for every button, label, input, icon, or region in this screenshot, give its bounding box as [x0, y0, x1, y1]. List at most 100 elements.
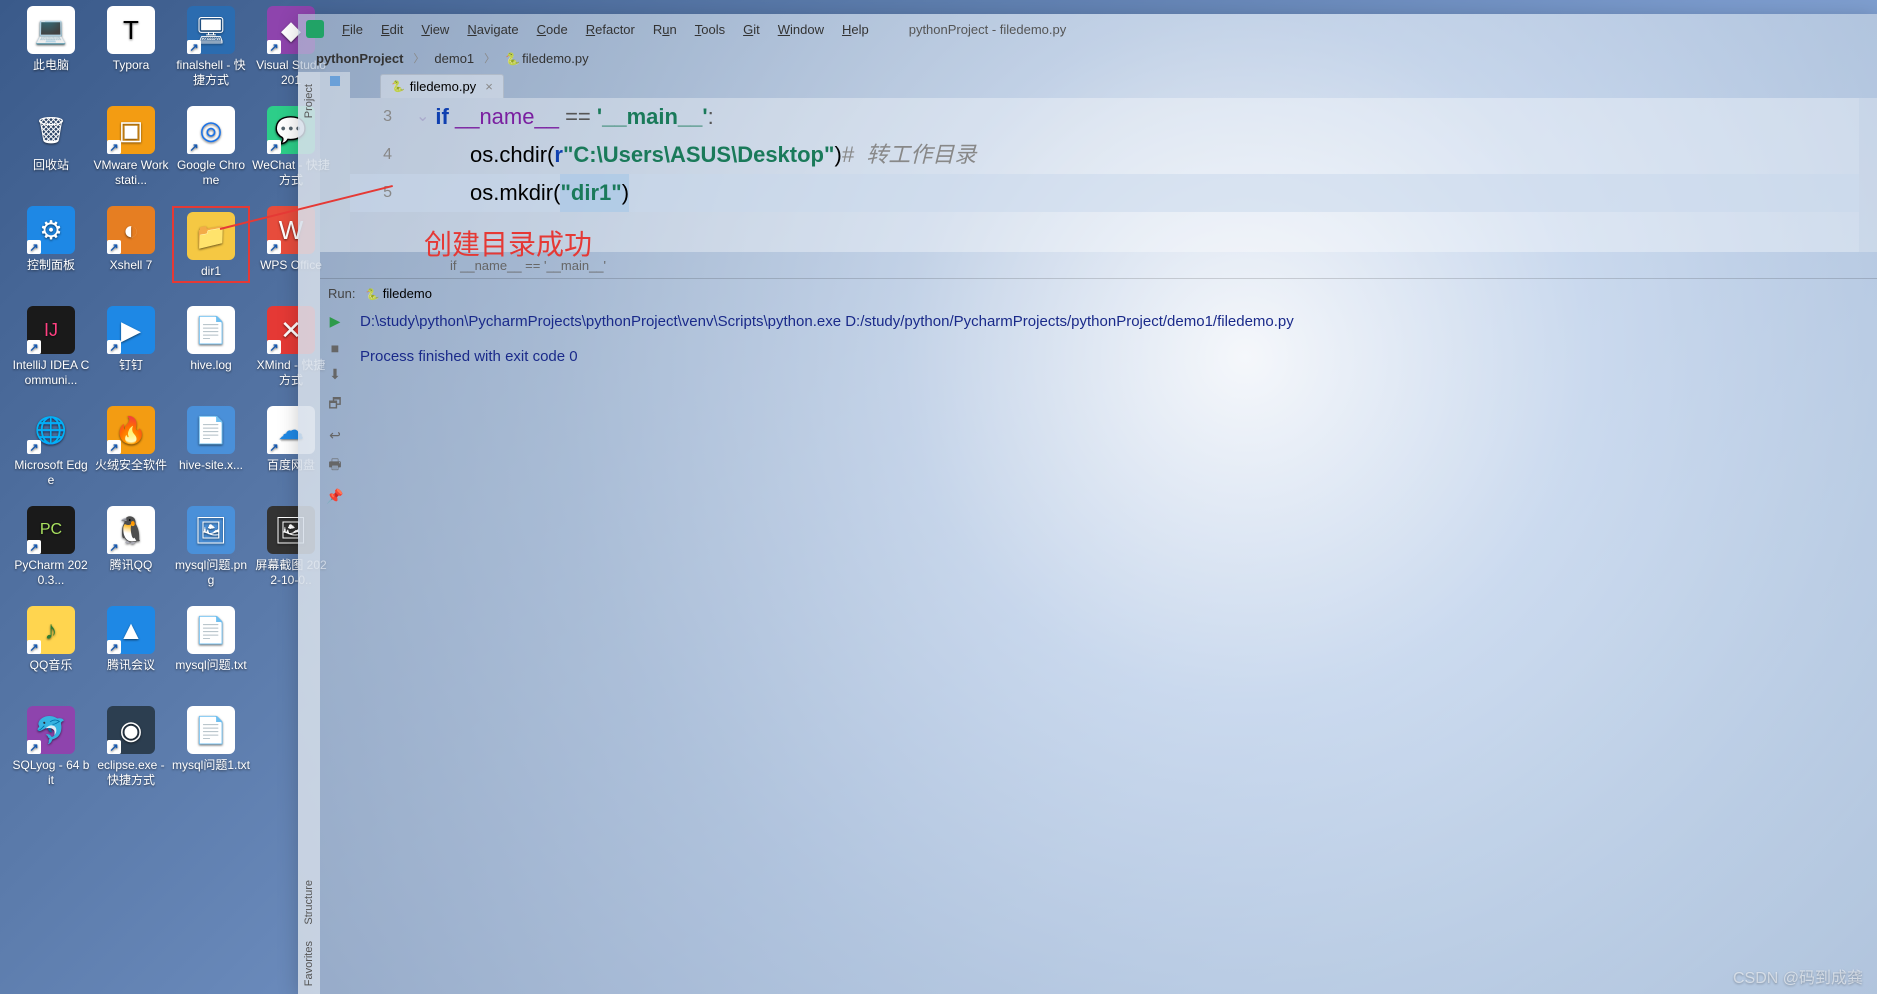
- app-icon: 🗑: [27, 106, 75, 154]
- desktop-icon-finalshell-[interactable]: 🖥↗finalshell - 快捷方式: [172, 6, 250, 88]
- rerun-icon[interactable]: ▶: [330, 313, 341, 330]
- menu-view[interactable]: View: [413, 19, 457, 40]
- desktop-icon-label: SQLyog - 64 bit: [12, 758, 90, 788]
- run-output[interactable]: D:\study\python\PycharmProjects\pythonPr…: [350, 307, 1877, 994]
- desktop-icon-pycharm-2020-3-[interactable]: PC↗PyCharm 2020.3...: [12, 506, 90, 588]
- desktop-icon-label: hive-site.x...: [172, 458, 250, 473]
- run-target[interactable]: 🐍 filedemo: [365, 286, 431, 301]
- shortcut-badge-icon: ↗: [267, 340, 281, 354]
- app-icon: 💻: [27, 6, 75, 54]
- desktop-icon-mysql-1-txt[interactable]: 📄mysql问题1.txt: [172, 706, 250, 773]
- desktop-icon-label: Google Chrome: [172, 158, 250, 188]
- desktop-icon-mysql-png[interactable]: 🖼mysql问题.png: [172, 506, 250, 588]
- stop-icon[interactable]: ■: [331, 340, 339, 356]
- crumb-file[interactable]: 🐍filedemo.py: [499, 49, 594, 68]
- menu-help[interactable]: Help: [834, 19, 877, 40]
- rail-structure[interactable]: Structure: [303, 872, 315, 933]
- desktop-icon-microsoft-edge[interactable]: 🌐↗Microsoft Edge: [12, 406, 90, 488]
- crumb-project[interactable]: pythonProject: [310, 49, 409, 68]
- pin-icon[interactable]: 📌: [326, 488, 343, 505]
- menu-refactor[interactable]: Refactor: [578, 19, 643, 40]
- shortcut-badge-icon: ↗: [107, 240, 121, 254]
- desktop-icon-intellij-idea-communi-[interactable]: IJ↗IntelliJ IDEA Communi...: [12, 306, 90, 388]
- app-icon: ⚙↗: [27, 206, 75, 254]
- rail-project[interactable]: Project: [303, 76, 315, 126]
- desktop-icon-label: Typora: [92, 58, 170, 73]
- desktop-icon-qq-[interactable]: ♪↗QQ音乐: [12, 606, 90, 673]
- desktop-icon-label: 控制面板: [12, 258, 90, 273]
- shortcut-badge-icon: ↗: [267, 40, 281, 54]
- menu-code[interactable]: Code: [529, 19, 576, 40]
- desktop-icon-label: mysql问题.png: [172, 558, 250, 588]
- layout-icon[interactable]: 🗗: [328, 393, 341, 417]
- shortcut-badge-icon: ↗: [267, 140, 281, 154]
- editor-left-margin: [320, 98, 350, 252]
- desktop-icon-label: eclipse.exe - 快捷方式: [92, 758, 170, 788]
- app-icon: ▶↗: [107, 306, 155, 354]
- desktop-icon-typora[interactable]: T Typora: [92, 6, 170, 73]
- down-icon[interactable]: ⬇: [329, 366, 341, 383]
- gutter-mark-icon: [330, 76, 340, 86]
- app-icon: T: [107, 6, 155, 54]
- tab-filedemo[interactable]: 🐍 filedemo.py ×: [380, 74, 504, 98]
- app-icon: 📄: [187, 706, 235, 754]
- desktop-icon--[interactable]: ▶↗钉钉: [92, 306, 170, 373]
- app-icon: ◉↗: [107, 706, 155, 754]
- desktop-icon-hive-log[interactable]: 📄hive.log: [172, 306, 250, 373]
- print-icon[interactable]: 🖶: [328, 454, 341, 478]
- desktop-icon--[interactable]: 🗑回收站: [12, 106, 90, 173]
- chevron-right-icon: 〉: [484, 50, 495, 66]
- menu-git[interactable]: Git: [735, 19, 768, 40]
- chevron-right-icon: 〉: [413, 50, 424, 66]
- close-icon[interactable]: ×: [485, 79, 493, 94]
- desktop-icon-label: 腾讯会议: [92, 658, 170, 673]
- desktop-icon-label: QQ音乐: [12, 658, 90, 673]
- desktop-icon-label: mysql问题.txt: [172, 658, 250, 673]
- desktop-icon--[interactable]: ▲↗腾讯会议: [92, 606, 170, 673]
- menu-file[interactable]: File: [334, 19, 371, 40]
- shortcut-badge-icon: ↗: [107, 440, 121, 454]
- desktop-icon-eclipse-exe-[interactable]: ◉↗ eclipse.exe - 快捷方式: [92, 706, 170, 788]
- line-number: 3: [350, 98, 410, 136]
- shortcut-badge-icon: ↗: [107, 140, 121, 154]
- desktop-icon-google-chrome[interactable]: ◎↗Google Chrome: [172, 106, 250, 188]
- crumb-package[interactable]: demo1: [428, 49, 480, 68]
- shortcut-badge-icon: ↗: [267, 440, 281, 454]
- menu-navigate[interactable]: Navigate: [459, 19, 526, 40]
- python-file-icon: 🐍: [365, 289, 379, 301]
- desktop-icon-xshell-7[interactable]: ◐↗Xshell 7: [92, 206, 170, 273]
- shortcut-badge-icon: ↗: [107, 740, 121, 754]
- shortcut-badge-icon: ↗: [27, 740, 41, 754]
- left-tool-rail: Project Structure Favorites: [298, 72, 320, 994]
- desktop-icon-label: 火绒安全软件: [92, 458, 170, 473]
- editor-tab-gutter: [320, 72, 350, 98]
- rail-favorites[interactable]: Favorites: [303, 933, 315, 994]
- menu-window[interactable]: Window: [770, 19, 832, 40]
- menu-edit[interactable]: Edit: [373, 19, 411, 40]
- desktop-icon-dir1[interactable]: 📁dir1: [172, 206, 250, 283]
- desktop-icon-hive-site-x-[interactable]: 📄hive-site.x...: [172, 406, 250, 473]
- shortcut-badge-icon: ↗: [187, 40, 201, 54]
- desktop-icon--[interactable]: 🔥↗火绒安全软件: [92, 406, 170, 473]
- fold-icon[interactable]: ⌄: [416, 98, 429, 136]
- desktop-icon--[interactable]: ⚙↗ 控制面板: [12, 206, 90, 273]
- app-icon: 📄: [187, 306, 235, 354]
- app-icon: 📁: [187, 212, 235, 260]
- menu-tools[interactable]: Tools: [687, 19, 733, 40]
- desktop-icon-mysql-txt[interactable]: 📄 mysql问题.txt: [172, 606, 250, 673]
- code-editor[interactable]: 3 ⌄ if __name__ == '__main__': 4 os.chdi…: [350, 98, 1859, 252]
- menu-run[interactable]: Run: [645, 19, 685, 40]
- shortcut-badge-icon: ↗: [267, 240, 281, 254]
- app-icon: ◐↗: [107, 206, 155, 254]
- desktop-icon--qq[interactable]: 🐧↗腾讯QQ: [92, 506, 170, 573]
- desktop-icon-label: VMware Workstati...: [92, 158, 170, 188]
- app-icon: 📄: [187, 606, 235, 654]
- python-file-icon: 🐍: [505, 52, 520, 66]
- run-panel: Run: 🐍 filedemo ▶ ■ ⬇ 🗗 ↩ 🖶 📌 D:\study\p…: [320, 278, 1877, 994]
- editor-tabs: 🐍 filedemo.py ×: [350, 72, 504, 98]
- wrap-icon[interactable]: ↩: [329, 427, 341, 444]
- desktop-icon-sqlyog-64-bit[interactable]: 🐬↗SQLyog - 64 bit: [12, 706, 90, 788]
- line-number: 4: [350, 136, 410, 174]
- desktop-icon-vmware-workstati-[interactable]: ▣↗VMware Workstati...: [92, 106, 170, 188]
- desktop-icon--[interactable]: 💻此电脑: [12, 6, 90, 73]
